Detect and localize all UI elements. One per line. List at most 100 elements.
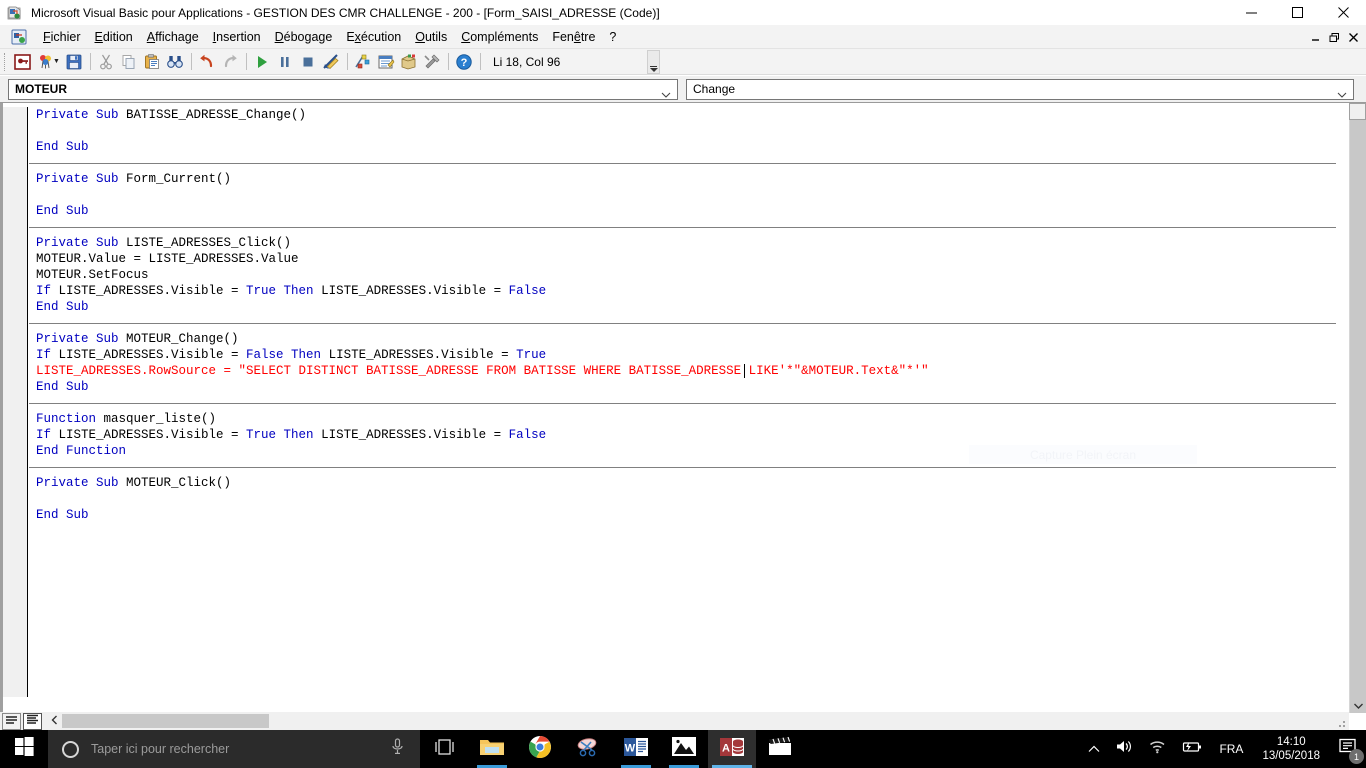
break-button[interactable] xyxy=(274,51,297,73)
menu-edition[interactable]: Edition xyxy=(88,28,140,46)
taskbar-snipping-tool[interactable] xyxy=(564,730,612,768)
code-line[interactable]: Private Sub MOTEUR_Click() xyxy=(29,475,1343,491)
reset-button[interactable] xyxy=(297,51,320,73)
code-line[interactable] xyxy=(29,123,1343,139)
mdi-restore-button[interactable] xyxy=(1326,27,1343,47)
copy-button xyxy=(118,51,141,73)
taskbar-google-chrome[interactable] xyxy=(516,730,564,768)
margin-indicator-bar[interactable] xyxy=(3,107,28,697)
scroll-down-button[interactable] xyxy=(1350,696,1366,713)
code-line[interactable]: Private Sub MOTEUR_Change() xyxy=(29,331,1343,347)
menu-aide[interactable]: ? xyxy=(602,28,623,46)
language-indicator[interactable]: FRA xyxy=(1210,742,1252,756)
battery-button[interactable] xyxy=(1174,730,1210,768)
vba-small-icon[interactable] xyxy=(10,28,28,46)
maximize-button[interactable] xyxy=(1274,0,1320,25)
code-keyword: End Sub xyxy=(36,380,89,394)
menu-execution[interactable]: Exécution xyxy=(339,28,408,46)
code-line[interactable]: End Sub xyxy=(29,507,1343,523)
taskbar-photos[interactable] xyxy=(660,730,708,768)
code-line[interactable]: Private Sub BATISSE_ADRESSE_Change() xyxy=(29,107,1343,123)
code-line[interactable]: End Sub xyxy=(29,203,1343,219)
save-button[interactable] xyxy=(63,51,86,73)
code-keyword: End Sub xyxy=(36,204,89,218)
task-view-button[interactable] xyxy=(420,730,468,768)
horizontal-scrollbar[interactable] xyxy=(47,712,1349,730)
chevron-down-icon[interactable] xyxy=(661,86,671,98)
procedure-separator xyxy=(29,227,1336,228)
code-line[interactable]: If LISTE_ADRESSES.Visible = True Then LI… xyxy=(29,283,1343,299)
clock[interactable]: 14:10 13/05/2018 xyxy=(1252,730,1330,768)
code-line[interactable]: End Sub xyxy=(29,379,1343,395)
search-box[interactable]: Taper ici pour rechercher xyxy=(48,730,420,768)
mdi-minimize-button[interactable] xyxy=(1307,27,1324,47)
full-module-view-button[interactable] xyxy=(23,712,42,730)
code-line[interactable]: LISTE_ADRESSES.RowSource = "SELECT DISTI… xyxy=(29,363,1343,379)
network-button[interactable] xyxy=(1141,730,1174,768)
procedure-separator xyxy=(29,403,1336,404)
close-button[interactable] xyxy=(1320,0,1366,25)
clock-date: 13/05/2018 xyxy=(1262,750,1320,762)
chrome-icon xyxy=(528,735,552,764)
code-editor[interactable]: Private Sub BATISSE_ADRESSE_Change() End … xyxy=(29,107,1343,697)
menu-insertion[interactable]: Insertion xyxy=(206,28,268,46)
toolbar-overflow-button[interactable] xyxy=(647,50,660,74)
taskbar-microsoft-access[interactable]: A xyxy=(708,730,756,768)
minimize-button[interactable] xyxy=(1228,0,1274,25)
run-button[interactable] xyxy=(251,51,274,73)
code-keyword: If xyxy=(36,348,59,362)
standard-toolbar: ▼ ? Li 18, Col 96 xyxy=(0,49,1366,75)
menu-fichier[interactable]: FFichierichier xyxy=(36,28,88,46)
taskbar-microsoft-word[interactable]: W xyxy=(612,730,660,768)
code-line[interactable]: MOTEUR.Value = LISTE_ADRESSES.Value xyxy=(29,251,1343,267)
code-line[interactable]: Private Sub Form_Current() xyxy=(29,171,1343,187)
horizontal-scroll-thumb[interactable] xyxy=(62,714,269,728)
procedure-combo[interactable]: Change xyxy=(686,78,1354,100)
view-object-button[interactable] xyxy=(11,51,34,73)
object-combo[interactable]: MOTEUR xyxy=(8,78,678,100)
scroll-left-button[interactable] xyxy=(47,713,62,730)
insert-dropdown-caret-icon[interactable]: ▼ xyxy=(53,58,60,65)
code-line[interactable] xyxy=(29,187,1343,203)
undo-button[interactable] xyxy=(196,51,219,73)
find-button[interactable] xyxy=(164,51,187,73)
menu-outils[interactable]: Outils xyxy=(408,28,454,46)
design-mode-button[interactable] xyxy=(320,51,343,73)
action-center-button[interactable]: 1 xyxy=(1330,730,1366,768)
taskbar-file-explorer[interactable] xyxy=(468,730,516,768)
menu-affichage[interactable]: Affichage xyxy=(140,28,206,46)
paste-button[interactable] xyxy=(141,51,164,73)
volume-button[interactable] xyxy=(1108,730,1141,768)
toolbox-button[interactable] xyxy=(421,51,444,73)
menu-complements[interactable]: Compléments xyxy=(454,28,545,46)
cortana-circle-icon xyxy=(62,740,79,758)
start-button[interactable] xyxy=(0,730,48,768)
code-line[interactable]: Function masquer_liste() xyxy=(29,411,1343,427)
vertical-scroll-track[interactable] xyxy=(1350,120,1366,696)
chevron-down-icon[interactable] xyxy=(1337,86,1347,98)
code-line[interactable]: End Sub xyxy=(29,299,1343,315)
window-controls xyxy=(1228,0,1366,25)
code-line[interactable]: Private Sub LISTE_ADRESSES_Click() xyxy=(29,235,1343,251)
code-line[interactable]: MOTEUR.SetFocus xyxy=(29,267,1343,283)
show-hidden-icons-button[interactable] xyxy=(1080,730,1108,768)
vertical-scrollbar[interactable] xyxy=(1349,103,1366,713)
taskbar-movie-maker[interactable] xyxy=(756,730,804,768)
menu-fenetre[interactable]: Fenêtre xyxy=(545,28,602,46)
menu-debogage[interactable]: Débogage xyxy=(268,28,340,46)
procedure-view-button[interactable] xyxy=(2,712,21,730)
project-explorer-button[interactable] xyxy=(352,51,375,73)
microphone-icon[interactable] xyxy=(391,738,404,760)
code-line[interactable]: End Sub xyxy=(29,139,1343,155)
code-line[interactable]: If LISTE_ADRESSES.Visible = False Then L… xyxy=(29,347,1343,363)
help-button[interactable]: ? xyxy=(453,51,476,73)
properties-window-button[interactable] xyxy=(375,51,398,73)
object-browser-button[interactable] xyxy=(398,51,421,73)
toolbar-grip[interactable] xyxy=(4,52,8,71)
code-line[interactable] xyxy=(29,491,1343,507)
mdi-close-button[interactable] xyxy=(1345,27,1362,47)
code-line[interactable]: If LISTE_ADRESSES.Visible = True Then LI… xyxy=(29,427,1343,443)
code-text: LISTE_ADRESSES.Visible = xyxy=(328,348,517,362)
resize-grip[interactable] xyxy=(1335,716,1347,728)
scroll-down-arrow-icon xyxy=(1354,696,1363,714)
